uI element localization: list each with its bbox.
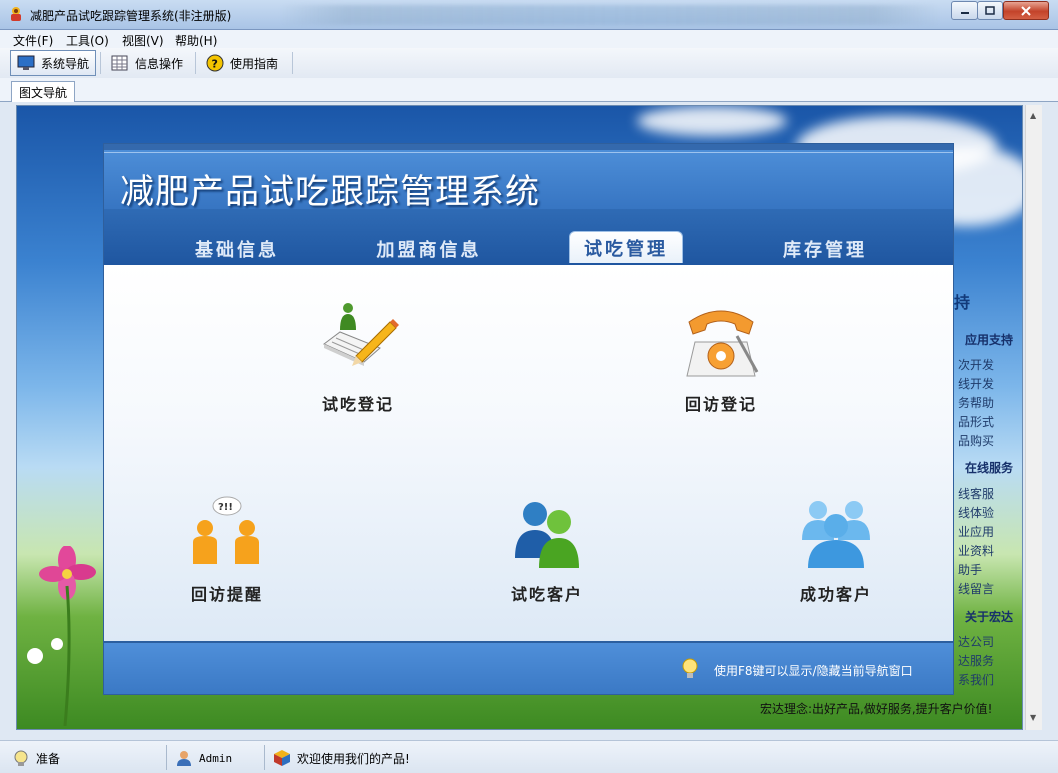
side-section-heading: 关于宏达	[965, 610, 1014, 624]
status-separator	[264, 745, 265, 770]
tab-trial-management[interactable]: 试吃管理	[569, 231, 683, 263]
status-bar: 准备 Admin 欢迎使用我们的产品!	[0, 740, 1058, 773]
tab-franchisee-info[interactable]: 加盟商信息	[366, 233, 492, 265]
side-link[interactable]: 品购买	[958, 432, 994, 449]
welcome-text: 欢迎使用我们的产品!	[297, 751, 410, 766]
current-user: Admin	[199, 751, 233, 765]
vertical-scrollbar[interactable]: ▲ ▼	[1025, 105, 1042, 730]
menu-help[interactable]: 帮助(H)	[175, 32, 217, 49]
minimize-button[interactable]	[951, 1, 978, 20]
title-bar: 减肥产品试吃跟踪管理系统(非注册版)	[0, 0, 1058, 30]
side-link[interactable]: 助手	[958, 561, 982, 578]
tab-basic-info[interactable]: 基础信息	[182, 233, 292, 265]
side-link[interactable]: 次开发	[958, 356, 994, 373]
function-label: 回访登记	[684, 395, 757, 414]
close-icon	[1021, 5, 1031, 16]
minimize-icon	[960, 11, 969, 14]
side-link[interactable]: 达服务	[958, 652, 994, 669]
nav-footer: 使用F8键可以显示/隐藏当前导航窗口	[104, 641, 953, 694]
toolbar-separator	[292, 52, 293, 74]
toolbar-label: 系统导航	[41, 56, 90, 71]
app-icon	[11, 7, 21, 21]
side-link[interactable]: 线留言	[958, 580, 994, 597]
side-link[interactable]: 业资料	[958, 542, 994, 559]
nav-body: 试吃登记 回访登记 ?!! 回访提醒 试吃客户 成功客户	[104, 265, 953, 641]
close-button[interactable]	[1003, 1, 1049, 20]
nav-header: 减肥产品试吃跟踪管理系统	[104, 144, 953, 212]
side-link[interactable]: 系我们	[958, 671, 994, 688]
flower-decoration	[27, 546, 96, 726]
scroll-down-icon[interactable]: ▼	[1030, 713, 1036, 722]
monitor-icon	[17, 55, 35, 70]
side-link[interactable]: 线客服	[958, 485, 994, 502]
telephone-icon	[686, 310, 759, 377]
side-link[interactable]: 品形式	[958, 413, 994, 430]
help-icon: ?	[206, 54, 224, 72]
toolbar-separator	[195, 52, 196, 74]
side-link[interactable]: 线开发	[958, 375, 994, 392]
document-tab-strip: 图文导航	[0, 78, 1058, 102]
side-link[interactable]: 务帮助	[958, 394, 994, 411]
side-section-heading: 在线服务	[965, 461, 1014, 475]
toolbar-system-nav-button[interactable]: 系统导航	[10, 50, 97, 76]
navigation-window: 减肥产品试吃跟踪管理系统 基础信息 加盟商信息 试吃管理 库存管理 试吃登记 回…	[103, 143, 954, 695]
toolbar-info-ops-button[interactable]: 信息操作	[105, 50, 189, 76]
cloud-decoration	[637, 106, 787, 136]
company-motto: 宏达理念:出好产品,做好服务,提升客户价值!	[760, 702, 993, 716]
user-icon	[177, 751, 191, 766]
status-user: Admin	[175, 747, 232, 769]
tab-inventory-management[interactable]: 库存管理	[770, 233, 880, 265]
lightbulb-icon	[682, 658, 698, 678]
function-label: 试吃客户	[510, 585, 583, 604]
trial-customers-button[interactable]: 试吃客户	[502, 491, 592, 605]
menu-view[interactable]: 视图(V)	[122, 32, 164, 49]
followup-reminder-button[interactable]: ?!! 回访提醒	[182, 491, 272, 605]
window-title: 减肥产品试吃跟踪管理系统(非注册版)	[30, 9, 232, 23]
side-link[interactable]: 达公司	[958, 633, 994, 650]
status-separator	[166, 745, 167, 770]
function-label: 回访提醒	[190, 585, 263, 604]
svg-text:?: ?	[212, 58, 218, 71]
menu-tools[interactable]: 工具(O)	[66, 32, 109, 49]
nav-tab-bar: 基础信息 加盟商信息 试吃管理 库存管理	[104, 209, 953, 265]
menu-file[interactable]: 文件(F)	[13, 32, 53, 49]
menu-bar: 文件(F) 工具(O) 视图(V) 帮助(H)	[0, 30, 1058, 48]
trial-register-button[interactable]: 试吃登记	[313, 301, 403, 415]
tab-graphic-nav[interactable]: 图文导航	[11, 81, 75, 102]
title-bar-blur	[280, 5, 940, 25]
side-section-heading: 应用支持	[965, 333, 1014, 347]
status-ready: 准备	[12, 747, 60, 769]
register-pencil-icon	[323, 303, 399, 366]
followup-register-button[interactable]: 回访登记	[676, 301, 766, 415]
svg-text:?!!: ?!!	[218, 502, 233, 513]
toolbar-label: 使用指南	[230, 56, 279, 71]
success-group-icon	[802, 501, 870, 568]
toolbar-guide-button[interactable]: ? 使用指南	[200, 50, 284, 76]
toolbar-separator	[100, 52, 101, 74]
toolbar-label: 信息操作	[135, 56, 184, 71]
side-link[interactable]: 业应用	[958, 523, 994, 540]
successful-customers-button[interactable]: 成功客户	[791, 491, 881, 605]
function-label: 成功客户	[799, 585, 872, 604]
function-label: 试吃登记	[321, 395, 394, 414]
status-text: 准备	[36, 751, 61, 766]
side-link[interactable]: 线体验	[958, 504, 994, 521]
scroll-up-icon[interactable]: ▲	[1030, 111, 1036, 120]
product-box-icon	[274, 750, 290, 766]
side-panel-partial-heading: 持	[954, 293, 971, 312]
f8-hint: 使用F8键可以显示/隐藏当前导航窗口	[714, 664, 913, 678]
toolbar: 系统导航 信息操作 ? 使用指南	[0, 48, 1058, 78]
customers-icon	[515, 502, 579, 568]
maximize-button[interactable]	[977, 1, 1003, 20]
maximize-icon	[985, 5, 995, 15]
status-bulb-icon	[14, 750, 28, 766]
status-welcome: 欢迎使用我们的产品!	[273, 747, 410, 769]
reminder-people-icon: ?!!	[193, 496, 259, 564]
grid-icon	[111, 55, 128, 71]
system-title: 减肥产品试吃跟踪管理系统	[120, 172, 540, 212]
